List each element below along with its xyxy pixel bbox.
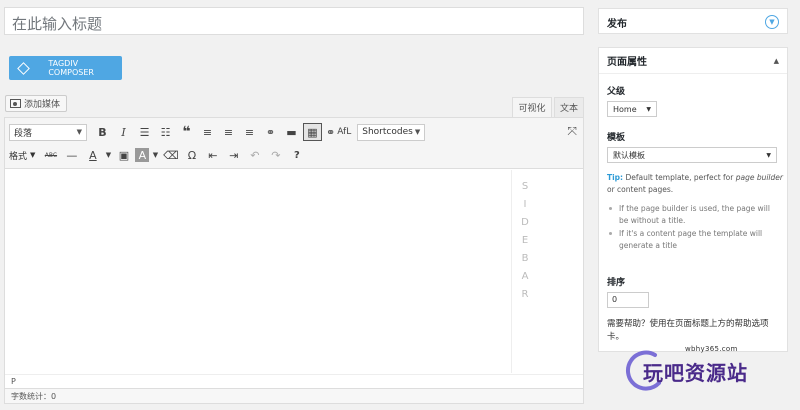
numbered-list-icon[interactable]: ☷ [156,123,175,141]
undo-icon[interactable]: ↶ [245,146,264,164]
chevron-down-icon: ▼ [414,128,421,136]
chevron-down-icon: ▼ [646,105,651,113]
sidebar-letter: I [523,199,527,210]
tip-suffix: or content pages. [607,185,674,194]
editor-toolbar: 段落 ▼ B I ☰ ☷ ❝ ≡ ≡ ≡ ⚭ ▬ ▦ ⚭ AfL Shortcod… [5,118,583,169]
template-label: 模板 [607,133,626,143]
read-more-icon[interactable]: ▬ [282,123,301,141]
toggle-panel-icon[interactable]: ▼ [765,15,779,29]
tip-italic: page builder [735,173,783,182]
outdent-icon[interactable]: ⇤ [203,146,222,164]
word-count: 字数统计：0 [5,388,583,403]
sidebar-placeholder: S I D E B A R [511,170,583,373]
tip-bullet: If it's a content page the template will… [609,228,781,252]
watermark-text: 玩吧资源站 [643,361,748,385]
template-value: 默认模板 [613,150,645,160]
align-left-icon[interactable]: ≡ [198,123,217,141]
watermark: wbhy365.com 玩吧资源站 [625,343,775,393]
clear-formatting-icon[interactable]: ⌫ [161,146,180,164]
formats-menu[interactable]: 格式 ▼ [9,149,35,162]
composer-label: TAGDIV COMPOSER [48,59,94,77]
order-input[interactable]: 0 [607,292,649,308]
format-select-value: 段落 [14,128,33,139]
publish-title: 发布 [607,18,627,30]
link-icon[interactable]: ⚭ [261,123,280,141]
chevron-down-icon: ▼ [30,151,36,159]
order-label: 排序 [607,278,626,288]
tab-text[interactable]: 文本 [554,97,584,117]
collapse-icon[interactable]: ▲ [774,57,779,65]
afl-label: AfL [337,127,352,137]
composer-icon [17,62,28,74]
help-text: 需要帮助？使用在页面标题上方的帮助选项卡。 [607,319,769,342]
indent-icon[interactable]: ⇥ [224,146,243,164]
tip-text: Default template, perfect for [623,173,736,182]
chevron-down-icon: ▼ [76,128,82,136]
page-attributes-title: 页面属性 [607,57,647,68]
align-center-icon[interactable]: ≡ [219,123,238,141]
chevron-down-icon: ▼ [766,151,771,159]
title-input[interactable]: 在此输入标题 [4,7,584,35]
tagdiv-composer-button[interactable]: TAGDIV COMPOSER [9,56,122,80]
publish-box: 发布 ▼ [598,8,788,34]
bullet-list-icon[interactable]: ☰ [135,123,154,141]
sidebar-letter: R [521,289,529,300]
sidebar-letter: E [521,235,529,246]
add-media-button[interactable]: 添加媒体 [5,95,67,112]
paste-text-icon[interactable]: ▣ [114,146,133,164]
page-attributes-box: 页面属性 ▲ 父级 Home ▼ 模板 默认模板 ▼ Tip: Default … [598,47,788,352]
abc-label: ABC [44,151,58,159]
help-icon[interactable]: ? [287,146,306,164]
special-character-icon[interactable]: Ω [182,146,201,164]
parent-select[interactable]: Home ▼ [607,101,657,117]
media-icon [10,99,21,108]
sidebar-letter: A [521,271,529,282]
horizontal-line-icon[interactable]: — [62,146,81,164]
format-select[interactable]: 段落 ▼ [9,123,87,141]
template-select[interactable]: 默认模板 ▼ [607,147,777,163]
strikethrough-icon[interactable]: ABC [41,146,60,164]
tab-visual[interactable]: 可视化 [512,97,552,117]
shortcodes-value: Shortcodes [362,127,413,137]
sidebar-letter: D [521,217,529,228]
tip-bullet: If the page builder is used, the page wi… [609,203,781,227]
background-color-icon[interactable]: A [135,148,150,162]
blockquote-icon[interactable]: ❝ [177,123,196,141]
sidebar-letter: S [521,181,529,192]
italic-icon[interactable]: I [114,123,133,141]
redo-icon[interactable]: ↷ [266,146,285,164]
formats-label: 格式 [9,151,28,162]
add-media-label: 添加媒体 [24,100,61,110]
align-right-icon[interactable]: ≡ [240,123,259,141]
sidebar-letter: B [521,253,529,264]
toolbar-toggle-icon[interactable]: ▦ [303,123,322,141]
chevron-down-icon[interactable]: ▼ [151,146,159,164]
content-editor: 段落 ▼ B I ☰ ☷ ❝ ≡ ≡ ≡ ⚭ ▬ ▦ ⚭ AfL Shortcod… [4,117,584,404]
watermark-url: wbhy365.com [685,345,738,353]
parent-label: 父级 [607,87,626,97]
element-path: P [5,374,583,387]
shortcodes-select[interactable]: Shortcodes ▼ [357,123,426,141]
bold-icon[interactable]: B [93,123,112,141]
text-color-icon[interactable]: A [83,146,102,164]
template-tip: Tip: Default template, perfect for page … [607,172,783,196]
tip-prefix: Tip: [607,173,624,182]
chevron-down-icon[interactable]: ▼ [104,146,112,164]
fullscreen-icon[interactable]: ⤧ [567,124,577,139]
afl-link-icon[interactable]: ⚭ AfL [324,123,353,141]
parent-value: Home [613,104,637,114]
